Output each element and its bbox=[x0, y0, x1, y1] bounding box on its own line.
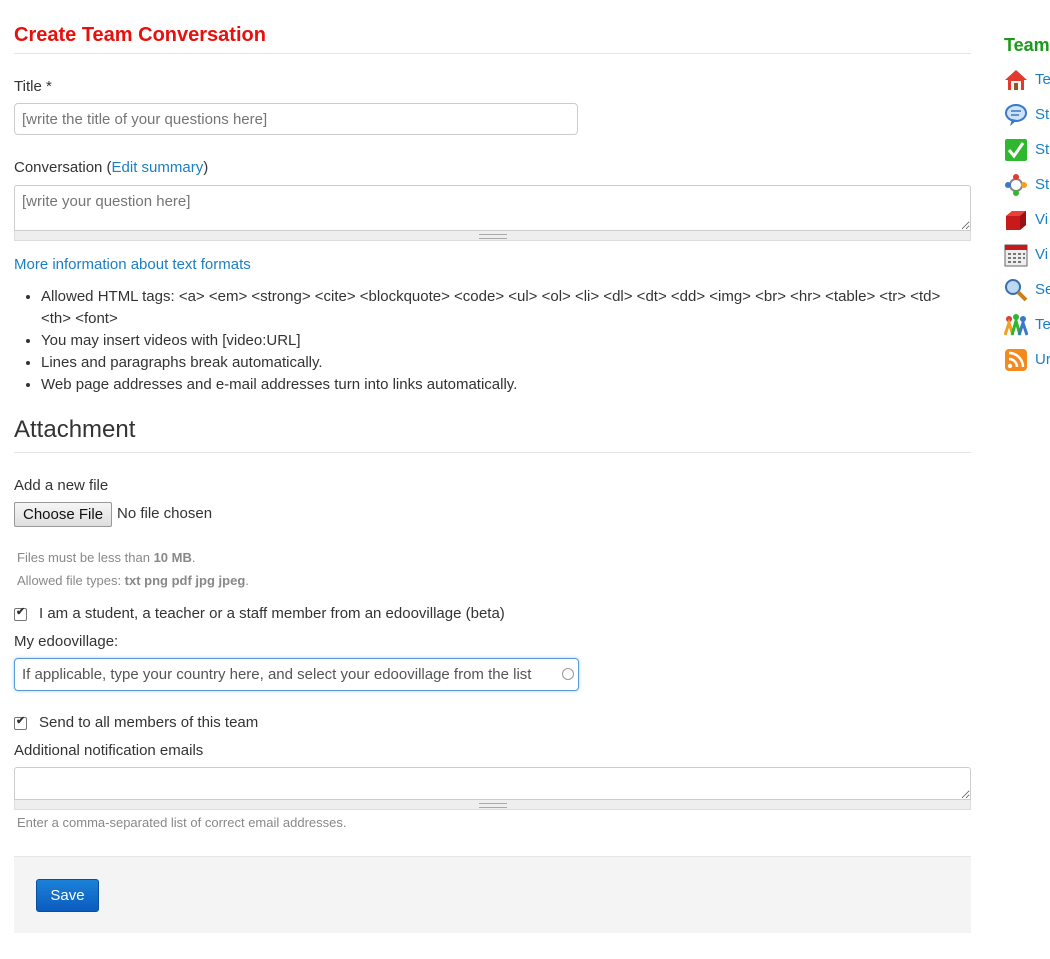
text-formats-link[interactable]: More information about text formats bbox=[14, 256, 251, 274]
list-item: Allowed HTML tags: <a> <em> <strong> <ci… bbox=[41, 286, 971, 330]
sidebar-item-label: Se bbox=[1035, 281, 1050, 298]
send-all-checkbox-label: Send to all members of this team bbox=[39, 714, 259, 731]
list-item: Web page addresses and e-mail addresses … bbox=[41, 374, 971, 396]
conversation-field bbox=[14, 185, 971, 241]
edoovillage-input[interactable]: If applicable, type your country here, a… bbox=[14, 658, 579, 691]
sidebar-item-label: St bbox=[1035, 141, 1050, 158]
sidebar-item-label: St bbox=[1035, 176, 1050, 193]
sidebar-item-calendar[interactable]: Vi bbox=[1004, 243, 1050, 267]
student-checkbox-label: I am a student, a teacher or a staff mem… bbox=[39, 605, 505, 622]
network-icon bbox=[1005, 174, 1027, 196]
file-size-text: Files must be less than bbox=[17, 550, 154, 565]
save-button[interactable]: Save bbox=[36, 879, 99, 912]
sidebar-item-network[interactable]: St bbox=[1004, 173, 1050, 197]
autocomplete-throbber-icon bbox=[562, 668, 574, 680]
speech-bubble-icon bbox=[1005, 104, 1027, 126]
red-box-icon bbox=[1006, 211, 1026, 230]
file-types-end: . bbox=[245, 573, 249, 588]
sidebar-title: Team bbox=[1004, 35, 1050, 55]
sidebar-item-conversations[interactable]: St bbox=[1004, 103, 1050, 127]
format-tips-list: Allowed HTML tags: <a> <em> <strong> <ci… bbox=[14, 286, 971, 396]
sidebar-item-team-home[interactable]: Te bbox=[1004, 68, 1050, 92]
file-size-help: Files must be less than 10 MB. bbox=[17, 550, 195, 565]
checkmark-icon bbox=[1005, 139, 1027, 161]
add-file-label: Add a new file bbox=[14, 477, 109, 494]
list-item: You may insert videos with [video:URL] bbox=[41, 330, 971, 352]
sidebar-item-rss[interactable]: Ur bbox=[1004, 348, 1050, 372]
sidebar-item-videos[interactable]: Vi bbox=[1004, 208, 1050, 232]
notification-emails-label: Additional notification emails bbox=[14, 742, 204, 759]
sidebar-item-search[interactable]: Se bbox=[1004, 278, 1050, 302]
check-icon: ✔ bbox=[16, 715, 26, 727]
calendar-icon bbox=[1004, 244, 1028, 267]
list-item: Lines and paragraphs break automatically… bbox=[41, 352, 971, 374]
people-icon bbox=[1004, 314, 1028, 336]
home-icon bbox=[1005, 70, 1027, 90]
title-divider bbox=[14, 53, 971, 54]
sidebar-item-label: Vi bbox=[1035, 246, 1049, 263]
notification-emails-help: Enter a comma-separated list of correct … bbox=[17, 815, 347, 830]
sidebar-item-team-members[interactable]: Te bbox=[1004, 313, 1050, 337]
file-types-help: Allowed file types: txt png pdf jpg jpeg… bbox=[17, 573, 249, 588]
file-types-value: txt png pdf jpg jpeg bbox=[124, 573, 246, 588]
check-icon: ✔ bbox=[16, 606, 26, 618]
conversation-resize-handle[interactable] bbox=[14, 231, 971, 241]
attachment-divider bbox=[14, 452, 971, 453]
title-input[interactable] bbox=[14, 103, 578, 135]
edoovillage-label: My edoovillage: bbox=[14, 633, 119, 650]
sidebar-item-label: St bbox=[1035, 106, 1050, 123]
sidebar-item-label: Te bbox=[1035, 316, 1050, 333]
file-size-end: . bbox=[191, 550, 196, 565]
form-actions: Save bbox=[14, 856, 971, 933]
file-size-value: 10 MB bbox=[153, 550, 192, 565]
notification-emails-field bbox=[14, 767, 971, 810]
sidebar-item-label: Ur bbox=[1035, 351, 1050, 368]
rss-icon bbox=[1005, 349, 1027, 371]
edit-summary-link[interactable]: Edit summary bbox=[112, 159, 204, 176]
sidebar-item-tasks[interactable]: St bbox=[1004, 138, 1050, 162]
team-sidebar: Team Te St St St Vi Vi Se Te Ur bbox=[1004, 0, 1050, 959]
title-label: Title * bbox=[14, 78, 52, 95]
student-checkbox[interactable]: ✔ bbox=[14, 606, 27, 621]
file-types-text: Allowed file types: bbox=[17, 573, 125, 588]
magnifier-icon bbox=[1005, 279, 1028, 302]
send-all-checkbox[interactable]: ✔ bbox=[14, 715, 27, 730]
conversation-label: Conversation (Edit summary) bbox=[14, 159, 208, 177]
choose-file-button[interactable]: Choose File bbox=[14, 502, 113, 527]
file-status: No file chosen bbox=[117, 505, 213, 522]
sidebar-item-label: Te bbox=[1035, 71, 1050, 88]
notification-emails-textarea[interactable] bbox=[14, 767, 971, 800]
conversation-textarea[interactable] bbox=[14, 185, 971, 231]
sidebar-item-label: Vi bbox=[1035, 211, 1049, 228]
page-title: Create Team Conversation bbox=[14, 24, 266, 46]
conversation-label-close: ) bbox=[203, 159, 209, 176]
conversation-label-text: Conversation ( bbox=[14, 159, 112, 176]
notification-resize-handle[interactable] bbox=[14, 800, 971, 810]
attachment-heading: Attachment bbox=[14, 416, 136, 443]
